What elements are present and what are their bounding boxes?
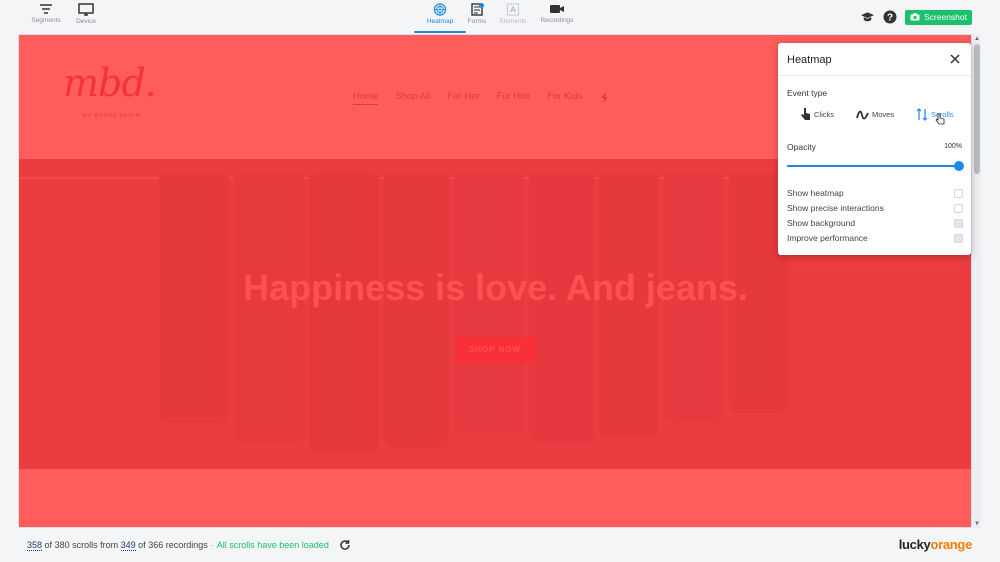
event-clicks-label: Clicks: [814, 109, 834, 119]
toolbar-right: ? Screenshot: [860, 9, 972, 25]
event-type-label: Event type: [787, 88, 828, 98]
opacity-label: Opacity: [787, 142, 816, 152]
show-heatmap-checkbox[interactable]: [954, 189, 963, 198]
option-show-background[interactable]: Show background: [787, 218, 963, 230]
notification-dot: [479, 3, 484, 8]
all-loaded-text: All scrolls have been loaded: [216, 540, 329, 550]
page-content-below: [19, 469, 972, 527]
panel-header: Heatmap: [778, 43, 971, 76]
option-label: Improve performance: [787, 233, 868, 243]
event-moves-option[interactable]: Moves: [856, 107, 894, 121]
heatmap-icon: [433, 3, 447, 16]
recordings-shown-count[interactable]: 349: [120, 540, 136, 551]
scroll-icon: [916, 107, 928, 121]
site-nav-home[interactable]: Home: [353, 91, 379, 105]
site-nav-for-her[interactable]: For Her: [447, 91, 479, 105]
camera-icon: [910, 13, 920, 21]
moves-icon: [856, 110, 869, 120]
show-background-checkbox[interactable]: [954, 219, 963, 228]
brand-part-2: orange: [930, 537, 972, 552]
hero-image-jeans: [309, 173, 379, 453]
device-label: Device: [76, 18, 96, 25]
opacity-value: 100%: [944, 143, 962, 150]
top-toolbar: Segments Device Heatmap Forms Elements R…: [0, 0, 1000, 34]
device-button[interactable]: Device: [58, 3, 114, 31]
scrollbar-thumb[interactable]: [974, 44, 980, 174]
tab-recordings-label: Recordings: [540, 17, 574, 24]
event-moves-label: Moves: [872, 109, 895, 119]
screenshot-label: Screenshot: [924, 12, 967, 22]
svg-text:?: ?: [887, 13, 893, 24]
site-logo-subtitle: MY BRAND DENIM: [83, 113, 141, 119]
option-label: Show heatmap: [787, 188, 844, 198]
recordings-total-text: 366 recordings: [148, 540, 208, 550]
opacity-slider-handle[interactable]: [954, 161, 964, 171]
scroll-down-arrow-icon[interactable]: ▼: [974, 521, 980, 527]
segments-label: Segments: [31, 17, 61, 24]
tab-forms-label: Forms: [467, 18, 487, 25]
site-nav-for-him[interactable]: For Him: [496, 91, 530, 105]
event-clicks-option[interactable]: Clicks: [800, 107, 834, 121]
video-camera-icon: [550, 5, 564, 13]
refresh-icon[interactable]: [339, 539, 351, 551]
status-of-text: of: [138, 540, 146, 550]
monitor-icon: [78, 3, 94, 16]
opacity-slider-fill: [787, 165, 959, 167]
option-show-heatmap[interactable]: Show heatmap: [787, 188, 963, 200]
tab-recordings[interactable]: Recordings: [529, 3, 585, 31]
screenshot-button[interactable]: Screenshot: [905, 9, 972, 25]
graduation-cap-icon[interactable]: [860, 11, 875, 23]
scrolls-shown-count[interactable]: 358: [27, 540, 43, 551]
status-of-text: of: [44, 540, 53, 550]
option-label: Show precise interactions: [787, 203, 884, 213]
option-improve-performance[interactable]: Improve performance: [787, 233, 963, 245]
close-icon[interactable]: [948, 52, 962, 66]
improve-performance-checkbox[interactable]: [954, 234, 963, 243]
elements-icon: [506, 3, 520, 16]
hero-image-jeans: [384, 173, 449, 448]
show-precise-interactions-checkbox[interactable]: [954, 204, 963, 213]
opacity-slider[interactable]: [787, 161, 964, 171]
scroll-up-arrow-icon[interactable]: ▲: [974, 36, 980, 42]
click-icon: [801, 108, 810, 120]
hand-cursor-icon: [935, 113, 945, 125]
scrolls-total-text: 380 scrolls from: [54, 540, 119, 550]
panel-title: Heatmap: [787, 54, 832, 66]
status-bar: 358 of 380 scrolls from 349 of 366 recor…: [27, 539, 351, 551]
status-separator: ·: [210, 540, 214, 550]
filter-icon: [40, 4, 52, 14]
hero-title: Happiness is love. And jeans.: [243, 267, 748, 308]
option-show-precise-interactions[interactable]: Show precise interactions: [787, 203, 963, 215]
help-icon[interactable]: ?: [883, 10, 897, 24]
lightning-icon[interactable]: [600, 92, 609, 103]
brand-part-1: lucky: [898, 537, 931, 552]
site-nav-for-kids[interactable]: For Kids: [547, 91, 582, 105]
site-nav: Home Shop All For Her For Him For Kids: [353, 91, 609, 105]
tab-elements-label: Elements: [499, 18, 527, 25]
shop-now-button[interactable]: SHOP NOW: [455, 337, 535, 363]
vertical-scrollbar[interactable]: ▲ ▼: [971, 34, 981, 528]
option-label: Show background: [787, 218, 856, 228]
site-nav-shop-all[interactable]: Shop All: [395, 91, 430, 105]
site-logo[interactable]: mbd.: [63, 61, 157, 105]
luckyorange-logo: luckyorange: [898, 537, 973, 552]
heatmap-settings-panel: Heatmap Event type Clicks Moves Scrolls …: [778, 43, 971, 255]
